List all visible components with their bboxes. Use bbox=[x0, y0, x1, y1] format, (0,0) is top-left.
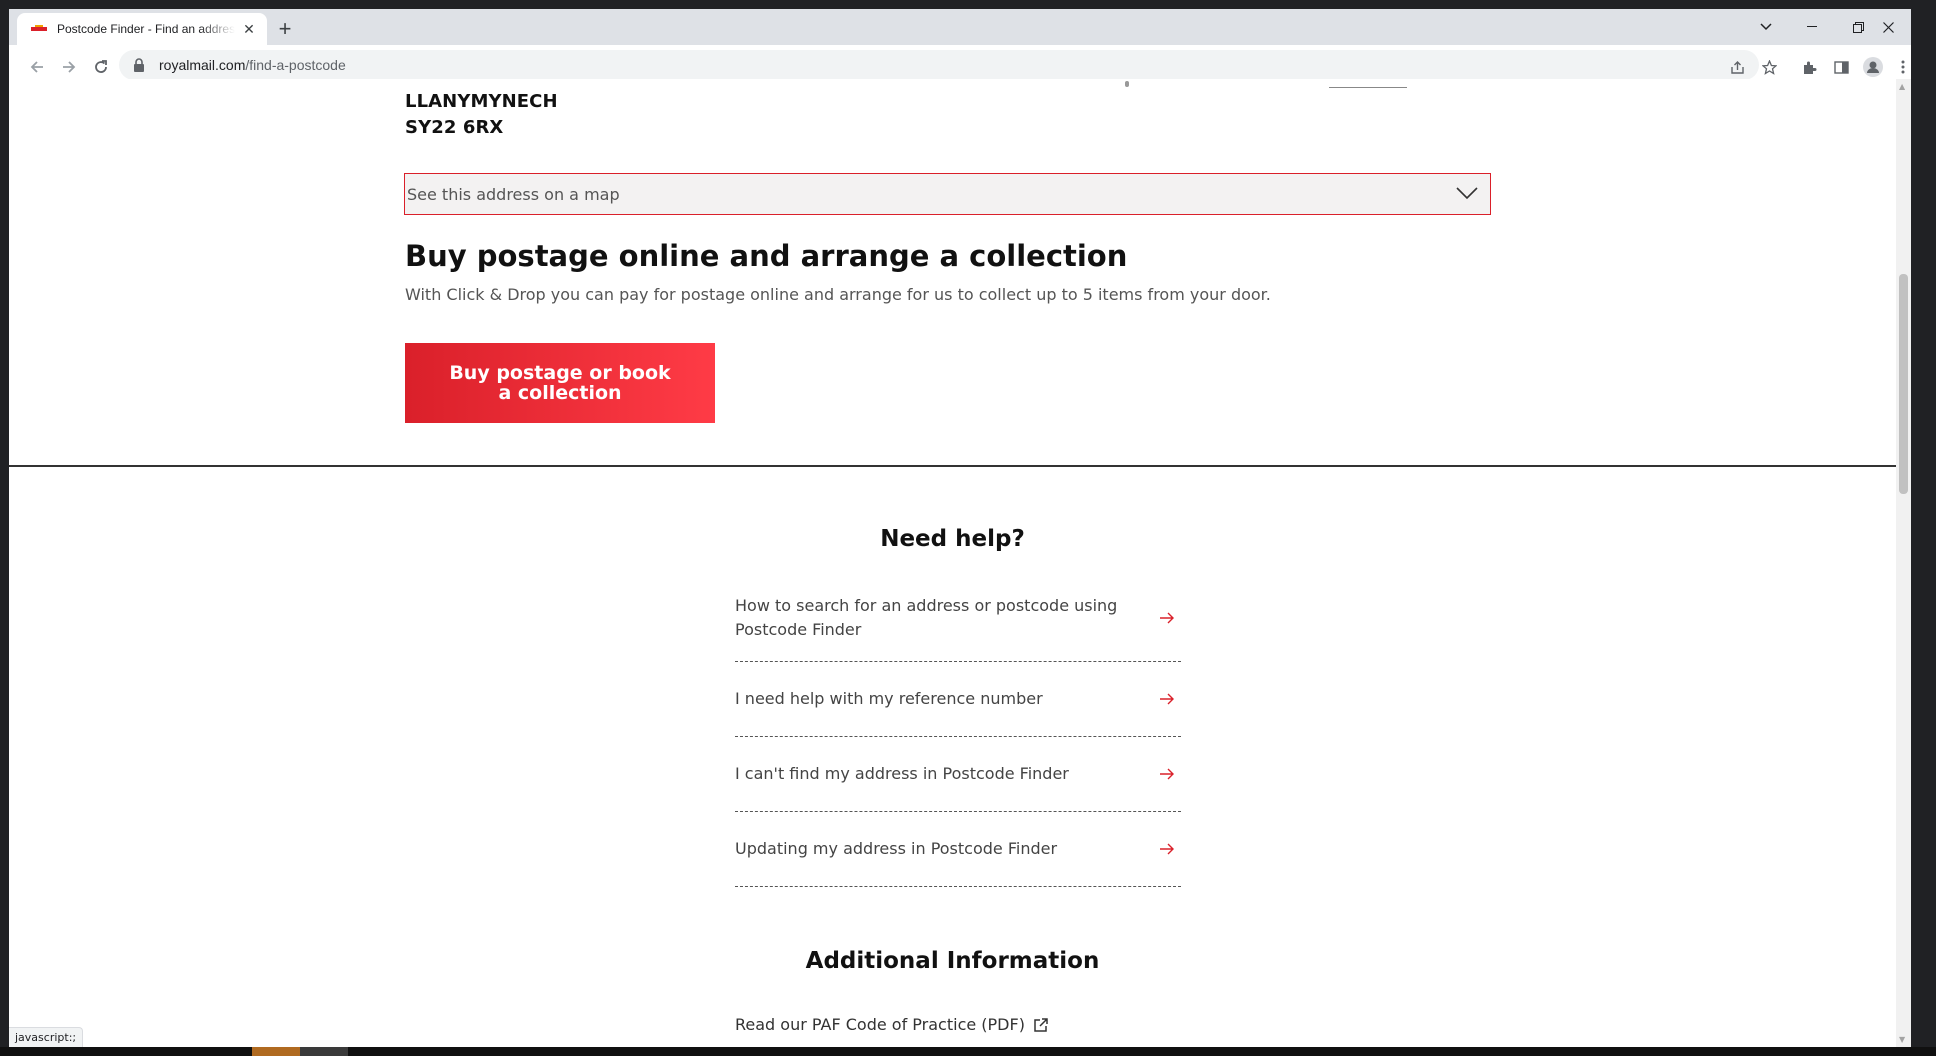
help-link-label: I need help with my reference number bbox=[735, 689, 1043, 708]
scroll-up-arrow-icon[interactable]: ▲ bbox=[1899, 82, 1905, 91]
help-link-label: Updating my address in Postcode Finder bbox=[735, 839, 1058, 858]
browser-window: Postcode Finder - Find an address ✕ + ro… bbox=[9, 9, 1911, 1047]
tab-search-icon[interactable] bbox=[1743, 9, 1789, 45]
help-link-label: How to search for an address or postcode… bbox=[735, 595, 1118, 639]
need-help-heading: Need help? bbox=[880, 526, 1025, 552]
external-link-icon bbox=[1034, 1017, 1048, 1032]
help-links-list: How to search for an address or postcode… bbox=[735, 574, 1181, 887]
help-link-updating[interactable]: Updating my address in Postcode Finder bbox=[735, 812, 1181, 887]
scroll-down-arrow-icon[interactable]: ▼ bbox=[1899, 1035, 1905, 1044]
help-link-label: I can't find my address in Postcode Find… bbox=[735, 764, 1069, 783]
vertical-scrollbar[interactable]: ▲ ▼ bbox=[1896, 79, 1911, 1047]
help-link-cant-find[interactable]: I can't find my address in Postcode Find… bbox=[735, 737, 1181, 812]
arrow-right-icon bbox=[1160, 612, 1174, 623]
section-divider bbox=[9, 465, 1896, 467]
address-postcode: SY22 6RX bbox=[405, 117, 504, 138]
taskbar-app-tile[interactable] bbox=[300, 1047, 348, 1056]
url-host: royalmail.com bbox=[159, 57, 246, 73]
forward-icon[interactable] bbox=[55, 53, 83, 81]
taskbar-app-tile[interactable] bbox=[252, 1047, 300, 1056]
lock-icon bbox=[133, 58, 145, 72]
bookmark-star-icon[interactable] bbox=[1755, 53, 1783, 81]
buy-postage-button[interactable]: Buy postage or book a collection bbox=[405, 343, 715, 423]
share-icon[interactable] bbox=[1723, 53, 1751, 81]
kebab-menu-icon[interactable] bbox=[1889, 53, 1911, 81]
paf-code-link-label: Read our PAF Code of Practice (PDF) bbox=[735, 1015, 1025, 1034]
status-bar-url: javascript:; bbox=[9, 1027, 84, 1047]
arrow-right-icon bbox=[1160, 768, 1174, 780]
partial-link-underline[interactable] bbox=[1329, 87, 1407, 88]
map-dropdown-label: See this address on a map bbox=[407, 184, 620, 204]
tab-strip: Postcode Finder - Find an address ✕ + bbox=[9, 9, 1911, 45]
page-viewport: LLANYMYNECH SY22 6RX See this address on… bbox=[9, 79, 1911, 1047]
map-dropdown[interactable]: See this address on a map bbox=[404, 173, 1491, 215]
url-path: /find-a-postcode bbox=[245, 57, 346, 73]
extensions-icon[interactable] bbox=[1795, 53, 1823, 81]
partial-text-fragment bbox=[1125, 81, 1129, 87]
scroll-thumb[interactable] bbox=[1899, 274, 1908, 494]
royal-mail-favicon-icon bbox=[31, 21, 47, 37]
back-icon[interactable] bbox=[23, 53, 51, 81]
paf-code-link[interactable]: Read our PAF Code of Practice (PDF) bbox=[735, 1015, 1049, 1034]
new-tab-icon[interactable]: + bbox=[273, 16, 297, 41]
postage-description: With Click & Drop you can pay for postag… bbox=[405, 285, 1271, 304]
help-link-reference[interactable]: I need help with my reference number bbox=[735, 662, 1181, 737]
side-panel-icon[interactable] bbox=[1827, 53, 1855, 81]
additional-info-heading: Additional Information bbox=[805, 948, 1100, 974]
address-town: LLANYMYNECH bbox=[405, 91, 558, 112]
tab-title: Postcode Finder - Find an address bbox=[57, 22, 235, 36]
arrow-right-icon bbox=[1160, 843, 1174, 855]
profile-avatar-icon[interactable] bbox=[1859, 53, 1887, 81]
tab-close-icon[interactable]: ✕ bbox=[241, 21, 257, 37]
minimize-icon[interactable] bbox=[1789, 9, 1835, 45]
address-bar[interactable]: royalmail.com/find-a-postcode bbox=[119, 50, 1759, 80]
help-link-search[interactable]: How to search for an address or postcode… bbox=[735, 574, 1181, 662]
browser-tab[interactable]: Postcode Finder - Find an address ✕ bbox=[17, 13, 267, 45]
reload-icon[interactable] bbox=[87, 53, 115, 81]
close-window-icon[interactable] bbox=[1865, 9, 1911, 45]
arrow-right-icon bbox=[1160, 693, 1174, 705]
postage-heading: Buy postage online and arrange a collect… bbox=[405, 239, 1128, 273]
chevron-down-icon bbox=[1456, 187, 1478, 200]
